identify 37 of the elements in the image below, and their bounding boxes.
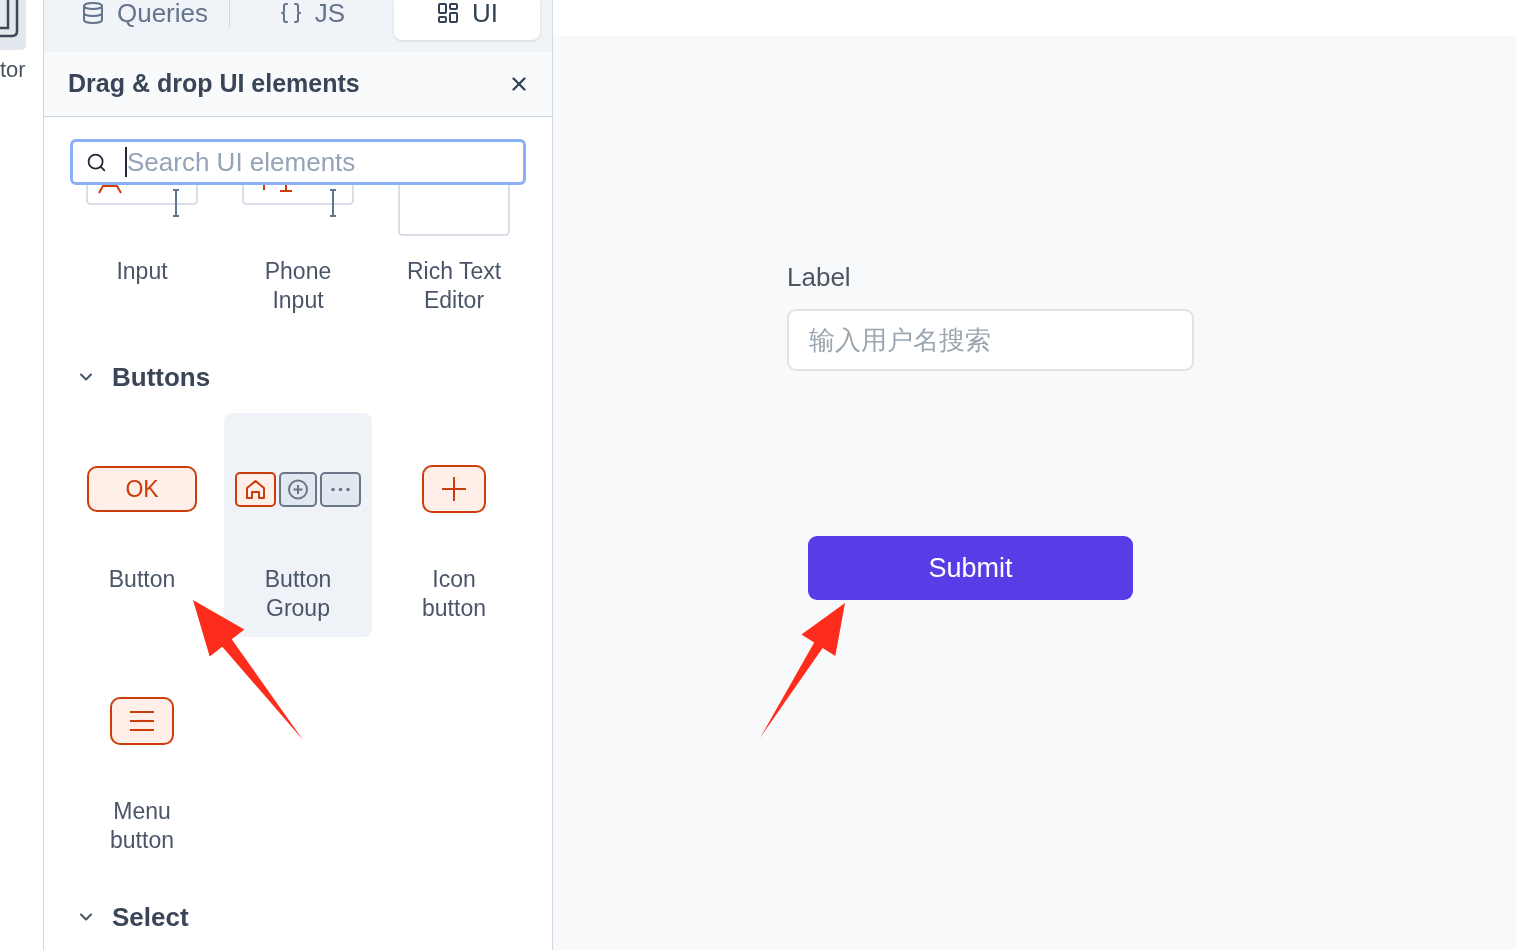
menu-button-preview-icon bbox=[110, 697, 174, 745]
component-tile[interactable]: Input bbox=[68, 185, 216, 329]
component-label: Rich Text Editor bbox=[405, 257, 503, 315]
plus-button-preview-icon bbox=[422, 465, 486, 513]
button-group-preview-icon bbox=[235, 471, 361, 507]
tab[interactable]: JS bbox=[230, 0, 394, 40]
component-tile[interactable]: Menu button bbox=[68, 645, 216, 869]
component-label: Phone Input bbox=[263, 257, 333, 315]
text-input[interactable]: 输入用户名搜索 bbox=[787, 309, 1194, 371]
database-icon bbox=[80, 0, 105, 25]
phone-input-preview-icon bbox=[242, 185, 354, 217]
component-label: Icon button bbox=[421, 565, 487, 623]
text-cursor-icon bbox=[125, 147, 127, 177]
component-tile[interactable]: Rich Text Editor bbox=[380, 185, 528, 329]
submit-button[interactable]: Submit bbox=[808, 536, 1133, 600]
section-heading: Buttons bbox=[112, 360, 211, 394]
component-label: Menu button bbox=[109, 797, 175, 855]
component-label: Button Group bbox=[263, 565, 333, 623]
section-heading: Select bbox=[112, 900, 189, 934]
field-label: Label bbox=[787, 263, 851, 291]
braces-icon bbox=[278, 0, 303, 25]
search-icon bbox=[86, 151, 107, 173]
tile-icon[interactable] bbox=[0, 0, 26, 50]
component-label: Button bbox=[108, 565, 176, 594]
rail-label: tor bbox=[0, 58, 26, 82]
tab[interactable]: Queries bbox=[60, 0, 229, 40]
component-tile[interactable]: Button Group bbox=[224, 413, 372, 637]
input-preview-icon bbox=[86, 185, 198, 217]
component-label: Input bbox=[116, 257, 168, 286]
layout-grid-icon bbox=[436, 0, 460, 25]
panel-title: Drag & drop UI elements bbox=[68, 68, 360, 100]
button-preview: OK bbox=[87, 466, 197, 512]
component-tile[interactable]: Icon button bbox=[380, 413, 528, 637]
component-tile[interactable]: Phone Input bbox=[224, 185, 372, 329]
tab[interactable]: UI bbox=[394, 0, 540, 40]
editor-preview-icon bbox=[398, 185, 510, 237]
component-tile[interactable]: OK Button bbox=[68, 413, 216, 637]
